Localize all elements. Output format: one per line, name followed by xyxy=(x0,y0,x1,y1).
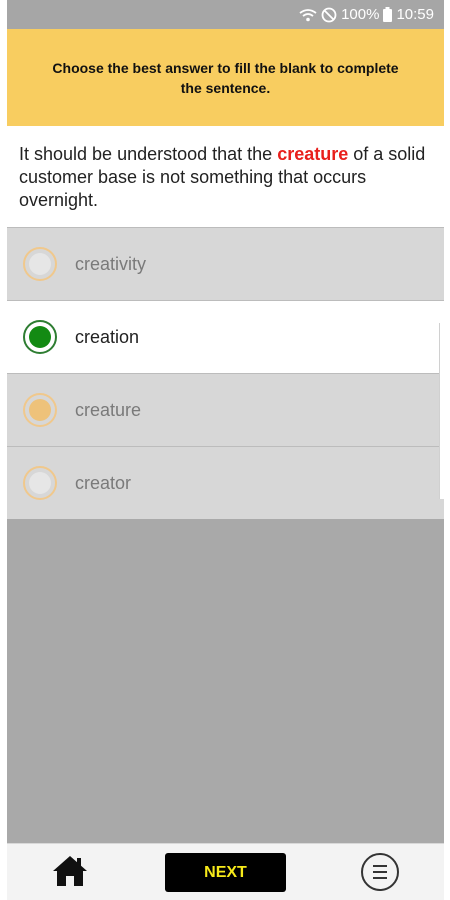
option-label: creator xyxy=(75,472,132,493)
next-button[interactable]: NEXT xyxy=(165,853,286,892)
question-highlight: creature xyxy=(277,144,349,164)
wifi-icon xyxy=(299,8,317,22)
home-button[interactable] xyxy=(51,854,89,888)
radio-button[interactable] xyxy=(23,247,57,281)
answer-options: creativity creation creature creator xyxy=(7,227,444,519)
question-before: It should be understood that the xyxy=(19,144,273,164)
status-bar: 100% 10:59 xyxy=(7,0,444,29)
instruction-banner: Choose the best answer to fill the blank… xyxy=(7,29,444,126)
option-label: creation xyxy=(75,326,140,347)
option-creation[interactable]: creation xyxy=(7,300,444,373)
device-frame: 100% 10:59 Choose the best answer to fil… xyxy=(0,0,450,900)
option-creature[interactable]: creature xyxy=(7,373,444,446)
home-icon xyxy=(53,856,87,886)
radio-button[interactable] xyxy=(23,466,57,500)
battery-icon xyxy=(383,7,393,22)
radio-button[interactable] xyxy=(23,393,57,427)
scrollbar[interactable] xyxy=(439,323,444,499)
radio-button[interactable] xyxy=(23,320,57,354)
menu-icon xyxy=(373,865,387,867)
instruction-text: Choose the best answer to fill the blank… xyxy=(52,59,399,96)
option-creativity[interactable]: creativity xyxy=(7,227,444,300)
question-text: It should be understood that the creatur… xyxy=(7,126,444,227)
option-label: creativity xyxy=(75,253,147,274)
battery-percent: 100% xyxy=(341,6,380,23)
option-creator[interactable]: creator xyxy=(7,446,444,519)
app-screen: 100% 10:59 Choose the best answer to fil… xyxy=(7,0,444,900)
option-label: creature xyxy=(75,399,142,420)
menu-button[interactable] xyxy=(361,853,399,891)
clock: 10:59 xyxy=(396,6,434,23)
bottom-bar: NEXT xyxy=(7,843,444,900)
no-disturb-icon xyxy=(321,7,337,23)
